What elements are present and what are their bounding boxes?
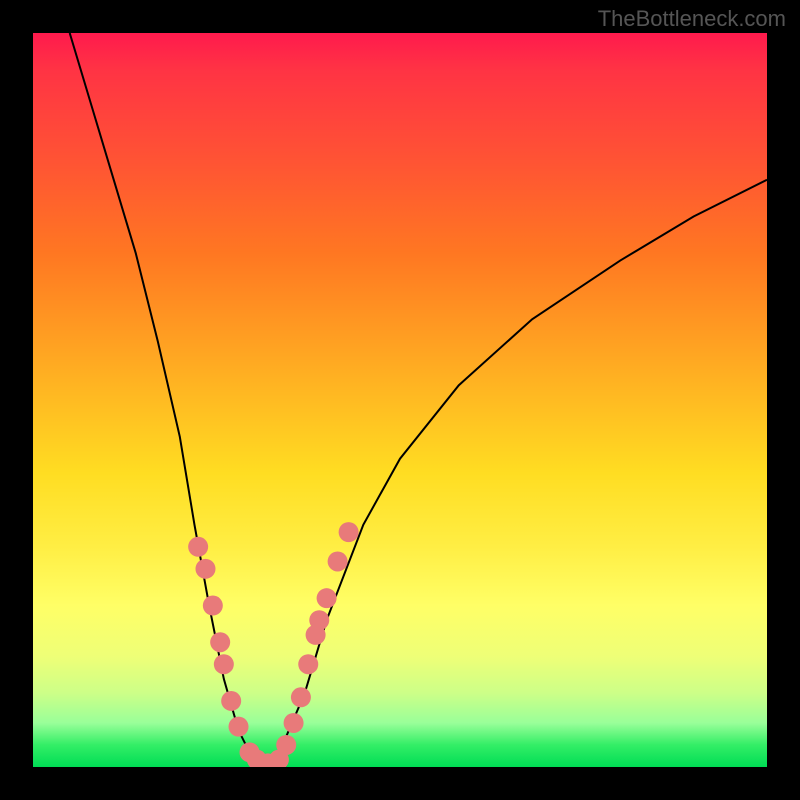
data-markers-group bbox=[188, 522, 358, 767]
data-marker bbox=[284, 713, 304, 733]
data-marker bbox=[298, 654, 318, 674]
data-marker bbox=[309, 610, 329, 630]
data-marker bbox=[221, 691, 241, 711]
data-marker bbox=[317, 588, 337, 608]
chart-container: TheBottleneck.com bbox=[0, 0, 800, 800]
data-marker bbox=[214, 654, 234, 674]
watermark-text: TheBottleneck.com bbox=[598, 6, 786, 32]
data-marker bbox=[229, 717, 249, 737]
data-marker bbox=[210, 632, 230, 652]
data-marker bbox=[328, 551, 348, 571]
data-marker bbox=[203, 596, 223, 616]
data-marker bbox=[276, 735, 296, 755]
data-marker bbox=[291, 687, 311, 707]
data-marker bbox=[188, 537, 208, 557]
chart-svg-overlay bbox=[33, 33, 767, 767]
data-marker bbox=[339, 522, 359, 542]
bottleneck-curve-left bbox=[70, 33, 268, 767]
data-marker bbox=[195, 559, 215, 579]
bottleneck-curve-right bbox=[268, 180, 767, 767]
